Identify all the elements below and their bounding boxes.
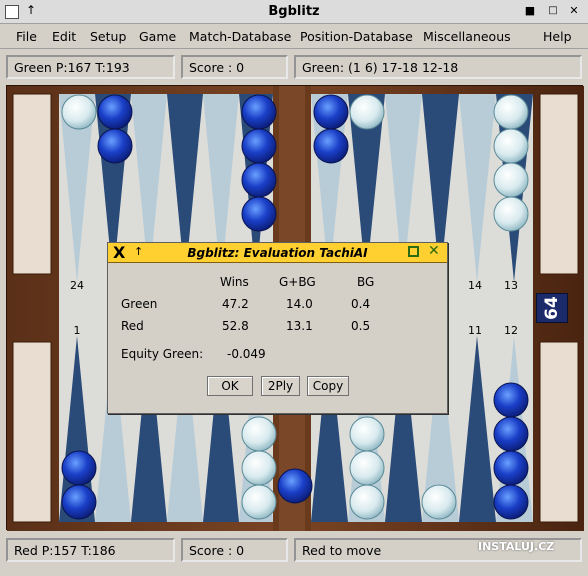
row-green-label: Green [121,297,158,311]
row-green-bg: 0.4 [351,297,371,311]
dialog-title: Bgblitz: Evaluation TachiAI [187,246,368,260]
evaluation-dialog: X ↑ Bgblitz: Evaluation TachiAI ✕ Wins G… [107,242,448,414]
point-label-12: 12 [504,324,518,337]
minimize-icon[interactable]: ■ [522,3,538,19]
menu-setup[interactable]: Setup [90,29,126,44]
title-bar[interactable]: ↑ Bgblitz ■ □ ✕ [0,0,588,24]
equity-label: Equity Green: [121,347,204,361]
2ply-button[interactable]: 2Ply [261,376,300,396]
bottom-score-field: Score : 0 [181,538,288,562]
row-red-bg: 0.5 [351,319,371,333]
menu-miscellaneous[interactable]: Miscellaneous [423,29,511,44]
ok-button[interactable]: OK [207,376,253,396]
dialog-title-bar[interactable]: X ↑ Bgblitz: Evaluation TachiAI ✕ [108,243,447,263]
dialog-maximize-icon[interactable] [408,246,419,257]
copy-button[interactable]: Copy [307,376,349,396]
point-label-1: 1 [74,324,81,337]
point-label-14: 14 [468,279,482,292]
doubling-cube[interactable]: 64 [536,293,568,323]
dialog-close-icon[interactable]: ✕ [428,243,440,259]
last-move-field: Green: (1 6) 17-18 12-18 [294,55,582,79]
point-label-11: 11 [468,324,482,337]
point-label-24: 24 [70,279,84,292]
row-green-wins: 47.2 [222,297,249,311]
menu-position-database[interactable]: Position-Database [300,29,413,44]
close-icon[interactable]: ✕ [566,3,582,19]
row-green-gbg: 14.0 [286,297,313,311]
row-red-wins: 52.8 [222,319,249,333]
header-bg: BG [357,275,375,289]
menu-help[interactable]: Help [543,29,572,44]
window-title: Bgblitz [268,4,320,19]
row-red-gbg: 13.1 [286,319,313,333]
menu-edit[interactable]: Edit [52,29,76,44]
equity-value: -0.049 [227,347,266,361]
maximize-icon[interactable]: □ [545,3,561,19]
menu-file[interactable]: File [16,29,37,44]
menu-game[interactable]: Game [139,29,176,44]
top-score-field: Score : 0 [181,55,288,79]
watermark: INSTALUJ.CZ [478,540,555,553]
menu-bar: File Edit Setup Game Match-Database Posi… [0,24,588,49]
header-wins: Wins [220,275,249,289]
point-label-13: 13 [504,279,518,292]
header-gbg: G+BG [279,275,316,289]
red-player-status: Red P:157 T:186 [6,538,175,562]
row-red-label: Red [121,319,144,333]
menu-match-database[interactable]: Match-Database [189,29,291,44]
green-player-status: Green P:167 T:193 [6,55,175,79]
